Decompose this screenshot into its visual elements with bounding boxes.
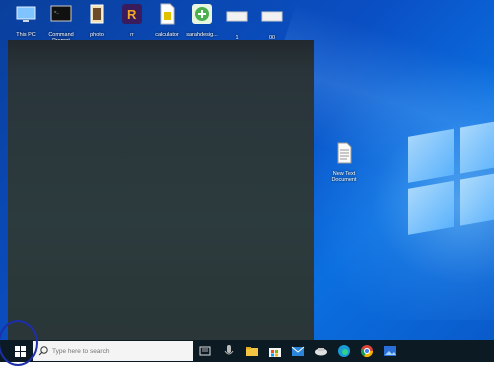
panel-header (8, 40, 314, 68)
desktop-icon-label: calculator (155, 32, 179, 38)
desktop-icon-label: photo (90, 32, 104, 38)
computer-icon (16, 6, 36, 22)
app-icon: R (122, 4, 142, 24)
desktop-icon-this-pc[interactable]: This PC (6, 3, 46, 38)
desktop-icon-calculator[interactable]: calculator (147, 3, 187, 38)
desktop-icon-00[interactable]: 00 (252, 6, 292, 41)
task-view-icon[interactable] (197, 343, 213, 359)
desktop-icon-photo[interactable]: photo (77, 3, 117, 38)
phone-icon[interactable] (313, 343, 329, 359)
desktop-icon-label: New Text Document (331, 171, 357, 183)
taskbar (0, 340, 494, 362)
desktop-icon-sarahdesig[interactable]: sarahdesig... (182, 3, 222, 38)
mail-icon[interactable] (290, 343, 306, 359)
desktop-icon-1[interactable]: 1 (217, 6, 257, 41)
desktop-icon-label: rr (130, 32, 134, 38)
photo-icon (90, 4, 104, 24)
desktop-icon-label: sarahdesig... (186, 32, 218, 38)
microphone-icon[interactable] (221, 343, 237, 359)
folder-icon (261, 11, 283, 22)
chrome-icon[interactable] (359, 343, 375, 359)
svg-text:R: R (127, 7, 137, 22)
text-file-icon (337, 142, 352, 164)
taskbar-search-box[interactable] (33, 341, 193, 361)
windows-logo-wallpaper (408, 119, 494, 247)
svg-text:>_: >_ (54, 10, 59, 15)
store-icon[interactable] (267, 343, 283, 359)
desktop-icon-rr[interactable]: R rr (112, 3, 152, 38)
document-icon (160, 3, 175, 25)
desktop-icon-command-prompt[interactable]: >_ Command Prompt (41, 3, 81, 44)
photos-icon[interactable] (382, 343, 398, 359)
app-icon (192, 4, 212, 24)
search-input[interactable] (50, 346, 184, 356)
edge-icon[interactable] (336, 343, 352, 359)
terminal-icon: >_ (50, 5, 72, 22)
desktop-icon-label: This PC (16, 32, 36, 38)
desktop: This PC >_ Command Prompt photo R rr cal… (0, 0, 494, 362)
desktop-icon-new-text-document[interactable]: New Text Document (324, 142, 364, 183)
folder-icon (226, 11, 248, 22)
file-explorer-icon[interactable] (244, 343, 260, 359)
start-menu-panel (8, 40, 314, 341)
search-icon (38, 346, 48, 356)
